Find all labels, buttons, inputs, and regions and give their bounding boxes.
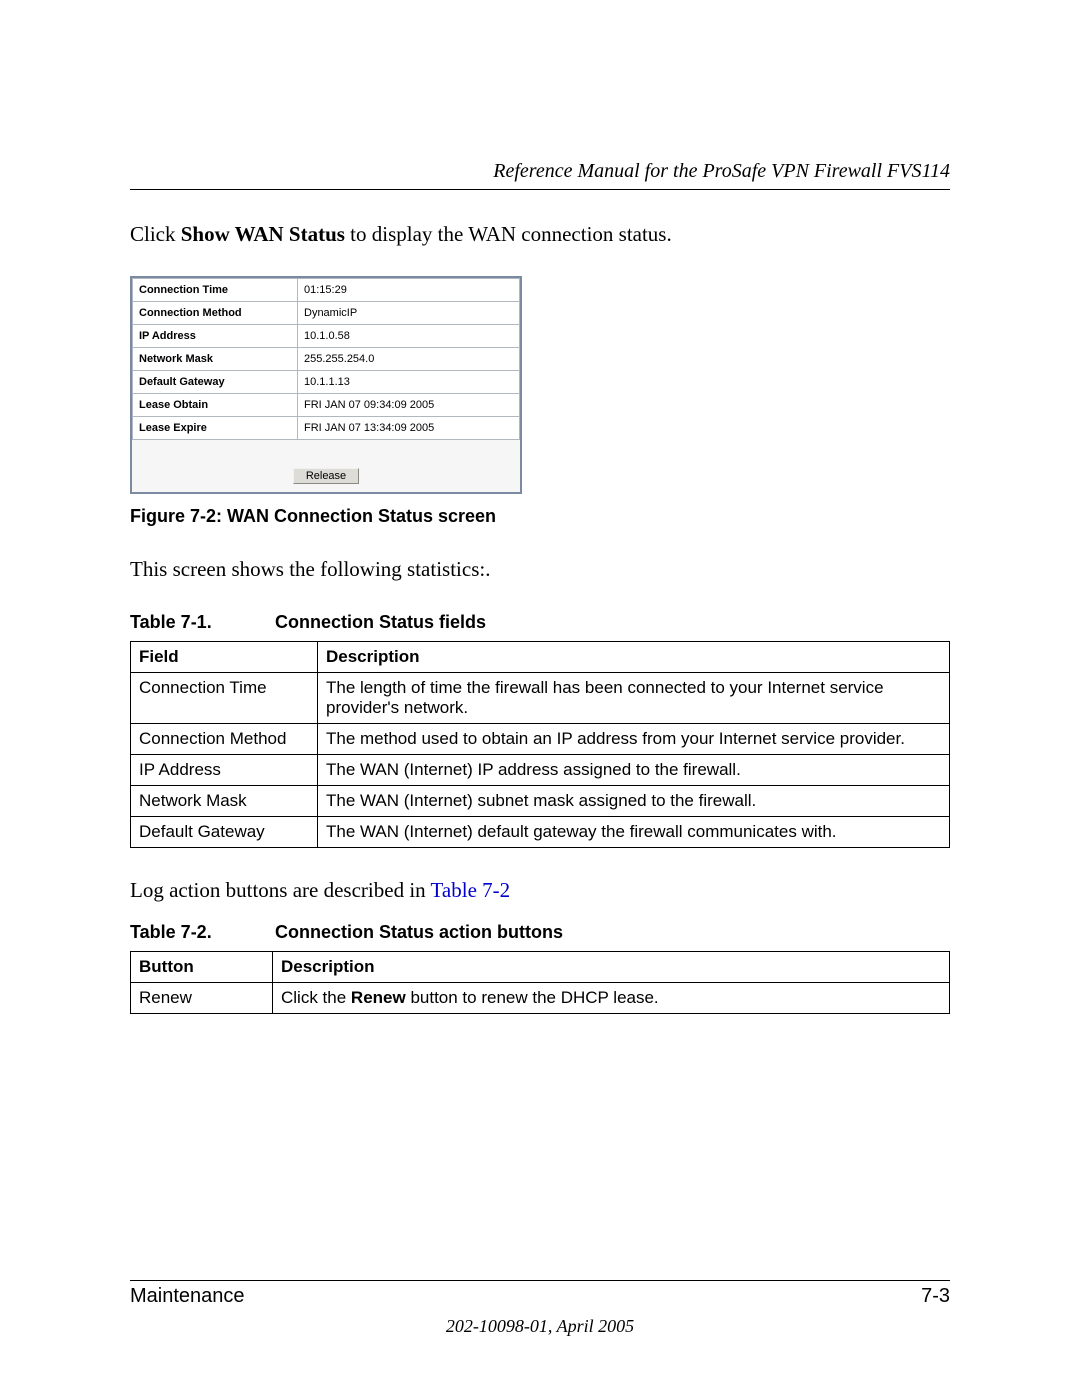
wan-status-screenshot: Connection Time 01:15:29 Connection Meth… bbox=[130, 276, 522, 494]
running-header: Reference Manual for the ProSafe VPN Fir… bbox=[130, 160, 950, 183]
release-button[interactable]: Release bbox=[293, 468, 359, 484]
status-row: Connection Time 01:15:29 bbox=[133, 279, 520, 302]
intro-post: to display the WAN connection status. bbox=[345, 222, 672, 246]
header-rule bbox=[130, 189, 950, 190]
table-7-2-caption: Table 7-2. Connection Status action butt… bbox=[130, 922, 950, 943]
desc-pre: Click the bbox=[281, 988, 351, 1007]
status-value: 255.255.254.0 bbox=[298, 348, 520, 371]
table-row: Network Mask The WAN (Internet) subnet m… bbox=[131, 785, 950, 816]
table-7-1: Field Description Connection Time The le… bbox=[130, 641, 950, 848]
status-value: DynamicIP bbox=[298, 302, 520, 325]
status-row: Network Mask 255.255.254.0 bbox=[133, 348, 520, 371]
desc-cell: Click the Renew button to renew the DHCP… bbox=[273, 983, 950, 1014]
footer-section: Maintenance bbox=[130, 1285, 245, 1308]
desc-cell: The WAN (Internet) default gateway the f… bbox=[318, 816, 950, 847]
table-7-2-link[interactable]: Table 7-2 bbox=[431, 878, 511, 902]
table-row: Default Gateway The WAN (Internet) defau… bbox=[131, 816, 950, 847]
status-label: Connection Time bbox=[133, 279, 298, 302]
intro-paragraph: Click Show WAN Status to display the WAN… bbox=[130, 220, 950, 248]
desc-cell: The length of time the firewall has been… bbox=[318, 672, 950, 723]
status-value: 01:15:29 bbox=[298, 279, 520, 302]
table-header-row: Field Description bbox=[131, 641, 950, 672]
status-value: FRI JAN 07 09:34:09 2005 bbox=[298, 394, 520, 417]
figure-caption: Figure 7-2: WAN Connection Status screen bbox=[130, 506, 950, 527]
field-cell: IP Address bbox=[131, 754, 318, 785]
status-row: Lease Expire FRI JAN 07 13:34:09 2005 bbox=[133, 417, 520, 440]
status-label: Lease Obtain bbox=[133, 394, 298, 417]
field-cell: Default Gateway bbox=[131, 816, 318, 847]
after-figure-paragraph: This screen shows the following statisti… bbox=[130, 555, 950, 583]
footer-docnum: 202-10098-01, April 2005 bbox=[130, 1316, 950, 1337]
footer-row: Maintenance 7-3 bbox=[130, 1285, 950, 1308]
table-7-1-caption-label: Table 7-1. bbox=[130, 612, 270, 633]
status-value: 10.1.0.58 bbox=[298, 325, 520, 348]
page-footer: Maintenance 7-3 202-10098-01, April 2005 bbox=[130, 1280, 950, 1337]
desc-cell: The WAN (Internet) IP address assigned t… bbox=[318, 754, 950, 785]
wan-status-table: Connection Time 01:15:29 Connection Meth… bbox=[132, 278, 520, 440]
desc-cell: The WAN (Internet) subnet mask assigned … bbox=[318, 785, 950, 816]
field-cell: Network Mask bbox=[131, 785, 318, 816]
desc-cell: The method used to obtain an IP address … bbox=[318, 723, 950, 754]
table-7-2: Button Description Renew Click the Renew… bbox=[130, 951, 950, 1014]
table-7-1-caption-title: Connection Status fields bbox=[275, 612, 486, 632]
col-header-description: Description bbox=[273, 952, 950, 983]
table-7-2-caption-title: Connection Status action buttons bbox=[275, 922, 563, 942]
intro-bold: Show WAN Status bbox=[181, 222, 345, 246]
log-para-pre: Log action buttons are described in bbox=[130, 878, 431, 902]
status-label: Default Gateway bbox=[133, 371, 298, 394]
table-header-row: Button Description bbox=[131, 952, 950, 983]
status-row: Lease Obtain FRI JAN 07 09:34:09 2005 bbox=[133, 394, 520, 417]
status-value: 10.1.1.13 bbox=[298, 371, 520, 394]
col-header-description: Description bbox=[318, 641, 950, 672]
table-7-2-caption-label: Table 7-2. bbox=[130, 922, 270, 943]
status-label: Lease Expire bbox=[133, 417, 298, 440]
status-label: Network Mask bbox=[133, 348, 298, 371]
screenshot-button-row: Release bbox=[132, 440, 520, 492]
desc-bold: Renew bbox=[351, 988, 406, 1007]
status-label: IP Address bbox=[133, 325, 298, 348]
col-header-button: Button bbox=[131, 952, 273, 983]
table-7-1-caption: Table 7-1. Connection Status fields bbox=[130, 612, 950, 633]
status-row: Connection Method DynamicIP bbox=[133, 302, 520, 325]
footer-page-number: 7-3 bbox=[921, 1285, 950, 1308]
desc-post: button to renew the DHCP lease. bbox=[406, 988, 659, 1007]
table-row: Connection Time The length of time the f… bbox=[131, 672, 950, 723]
table-row: Renew Click the Renew button to renew th… bbox=[131, 983, 950, 1014]
log-paragraph: Log action buttons are described in Tabl… bbox=[130, 876, 950, 904]
button-cell: Renew bbox=[131, 983, 273, 1014]
status-row: IP Address 10.1.0.58 bbox=[133, 325, 520, 348]
status-label: Connection Method bbox=[133, 302, 298, 325]
intro-pre: Click bbox=[130, 222, 181, 246]
field-cell: Connection Time bbox=[131, 672, 318, 723]
footer-rule bbox=[130, 1280, 950, 1281]
status-row: Default Gateway 10.1.1.13 bbox=[133, 371, 520, 394]
table-row: IP Address The WAN (Internet) IP address… bbox=[131, 754, 950, 785]
field-cell: Connection Method bbox=[131, 723, 318, 754]
col-header-field: Field bbox=[131, 641, 318, 672]
status-value: FRI JAN 07 13:34:09 2005 bbox=[298, 417, 520, 440]
table-row: Connection Method The method used to obt… bbox=[131, 723, 950, 754]
